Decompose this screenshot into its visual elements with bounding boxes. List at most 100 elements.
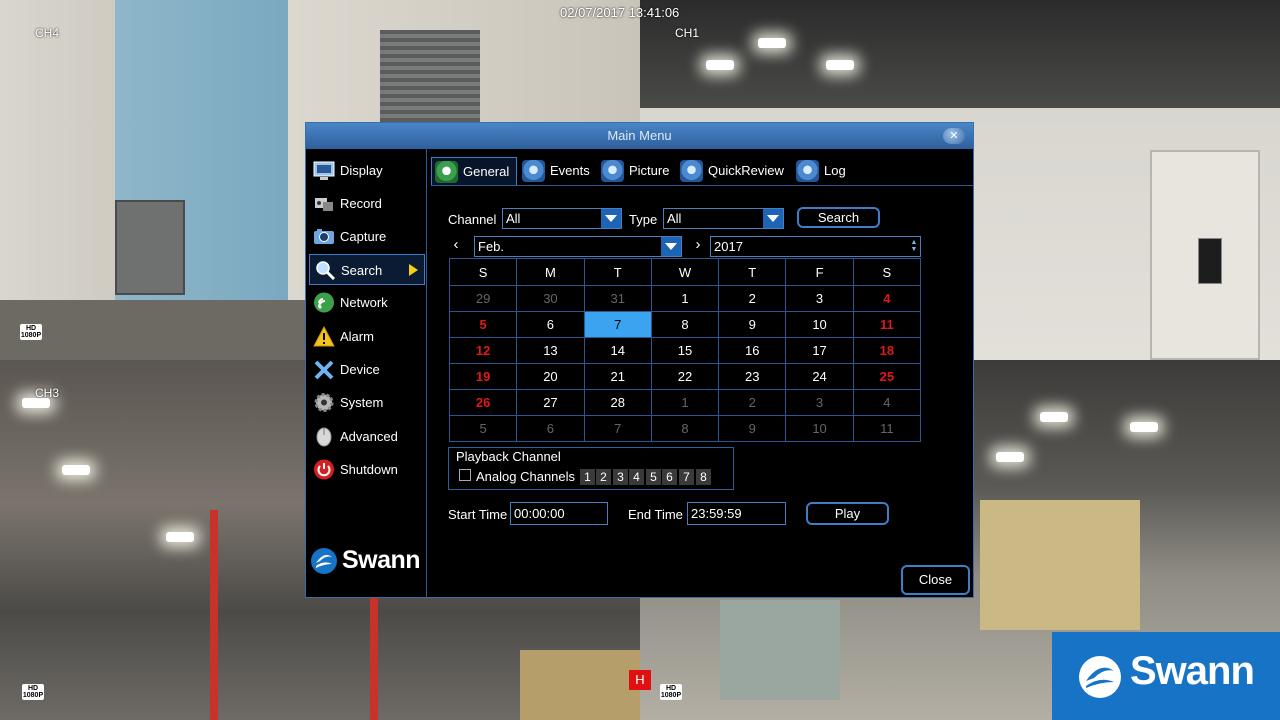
channel-toggle[interactable]: 4 xyxy=(629,469,644,485)
boxes xyxy=(520,650,640,720)
calendar-day[interactable]: 4 xyxy=(852,285,922,312)
channel-toggle[interactable]: 2 xyxy=(596,469,611,485)
calendar-day[interactable]: 18 xyxy=(852,337,922,364)
calendar-day[interactable]: 17 xyxy=(785,337,854,364)
sidebar-item-capture[interactable]: Capture xyxy=(309,221,425,252)
tab-quickreview[interactable]: QuickReview xyxy=(677,157,791,185)
channel-toggle[interactable]: 8 xyxy=(696,469,711,485)
calendar-day[interactable]: 21 xyxy=(583,363,652,390)
log-tab-icon xyxy=(796,160,819,182)
channel-toggle[interactable]: 7 xyxy=(679,469,694,485)
sidebar-item-alarm[interactable]: Alarm xyxy=(309,321,425,352)
sidebar-item-advanced[interactable]: Advanced xyxy=(309,421,425,452)
sidebar-item-device[interactable]: Device xyxy=(309,354,425,385)
calendar-day[interactable]: 2 xyxy=(718,285,787,312)
chevron-down-icon[interactable] xyxy=(763,209,783,228)
tab-general[interactable]: General xyxy=(431,157,517,185)
start-time-field[interactable]: 00:00:00 xyxy=(510,502,608,525)
calendar-day[interactable]: 13 xyxy=(516,337,585,364)
channel-toggle[interactable]: 6 xyxy=(662,469,677,485)
timestamp: 02/07/2017 13:41:06 xyxy=(560,5,680,20)
day-of-week: T xyxy=(583,258,652,286)
calendar-day[interactable]: 22 xyxy=(650,363,720,390)
calendar-day[interactable]: 3 xyxy=(785,285,854,312)
tab-label: Events xyxy=(550,163,590,178)
calendar-day[interactable]: 24 xyxy=(785,363,854,390)
sidebar-item-network[interactable]: Network xyxy=(309,287,425,318)
sidebar-item-system[interactable]: System xyxy=(309,387,425,418)
calendar-day[interactable]: 19 xyxy=(448,363,518,390)
day-of-week: W xyxy=(650,258,720,286)
calendar-day[interactable]: 28 xyxy=(583,389,652,416)
hd-badge-subtext: 1080P xyxy=(660,692,682,699)
channel-toggle[interactable]: 5 xyxy=(646,469,661,485)
end-time-field[interactable]: 23:59:59 xyxy=(687,502,786,525)
calendar-day[interactable]: 20 xyxy=(516,363,585,390)
tab-label: Picture xyxy=(629,163,670,178)
close-button[interactable]: Close xyxy=(901,565,970,595)
next-month-icon[interactable]: › xyxy=(691,236,705,254)
sidebar-item-search[interactable]: Search xyxy=(309,254,425,285)
calendar-week-row: 12 13 14 15 16 17 18 xyxy=(448,337,922,364)
calendar-day[interactable]: 25 xyxy=(852,363,922,390)
chevron-down-icon[interactable] xyxy=(601,209,621,228)
calendar-day[interactable]: 10 xyxy=(785,311,854,338)
calendar-day[interactable]: 5 xyxy=(448,311,518,338)
window-title: Main Menu xyxy=(607,128,672,143)
calendar-day[interactable]: 16 xyxy=(718,337,787,364)
calendar-day: 11 xyxy=(852,415,922,442)
calendar-day: 31 xyxy=(583,285,652,312)
calendar-day[interactable]: 27 xyxy=(516,389,585,416)
events-tab-icon xyxy=(522,160,545,182)
search-button[interactable]: Search xyxy=(797,207,880,228)
calendar-day[interactable]: 14 xyxy=(583,337,652,364)
restroom-sign xyxy=(1198,238,1222,284)
swann-logo-icon xyxy=(311,548,337,574)
swann-logo-icon xyxy=(1079,656,1121,698)
channel-select-value: All xyxy=(506,211,521,226)
ceiling-light xyxy=(62,465,90,475)
day-of-week: M xyxy=(516,258,585,286)
channel-select[interactable]: All xyxy=(502,208,622,229)
picture-tab-icon xyxy=(601,160,624,182)
calendar-day-selected[interactable]: 7 xyxy=(583,311,652,338)
calendar-day: 1 xyxy=(650,389,720,416)
analog-channels-label: Analog Channels xyxy=(476,469,576,484)
channel-toggle[interactable]: 1 xyxy=(580,469,595,485)
calendar-day: 2 xyxy=(718,389,787,416)
tab-events[interactable]: Events xyxy=(519,157,595,185)
day-of-week: T xyxy=(718,258,787,286)
calendar-day: 4 xyxy=(852,389,922,416)
hd-badge-text: HD xyxy=(665,685,677,692)
calendar-day[interactable]: 6 xyxy=(516,311,585,338)
prev-month-icon[interactable]: ‹ xyxy=(449,236,463,254)
sidebar-item-record[interactable]: Record xyxy=(309,188,425,219)
main-menu-window: Main Menu ✕ Display Record Capture Searc… xyxy=(305,122,974,598)
hd-badge-subtext: 1080P xyxy=(20,332,42,339)
calendar-day: 3 xyxy=(785,389,854,416)
camera-icon xyxy=(314,229,334,244)
tab-log[interactable]: Log xyxy=(793,157,853,185)
gear-icon xyxy=(314,393,334,412)
play-button[interactable]: Play xyxy=(806,502,889,525)
sidebar-item-display[interactable]: Display xyxy=(309,155,425,186)
sidebar-item-shutdown[interactable]: Shutdown xyxy=(309,454,425,485)
calendar-day[interactable]: 15 xyxy=(650,337,720,364)
chevron-down-icon[interactable] xyxy=(661,237,681,256)
calendar-day[interactable]: 9 xyxy=(718,311,787,338)
type-select[interactable]: All xyxy=(663,208,784,229)
close-icon[interactable]: ✕ xyxy=(943,128,965,144)
month-select[interactable]: Feb. xyxy=(474,236,682,257)
calendar-day[interactable]: 8 xyxy=(650,311,720,338)
calendar-day[interactable]: 11 xyxy=(852,311,922,338)
pallet-rack xyxy=(210,510,218,720)
year-spinner[interactable]: 2017 ▲ ▼ xyxy=(710,236,921,257)
channel-toggle[interactable]: 3 xyxy=(613,469,628,485)
calendar-day[interactable]: 1 xyxy=(650,285,720,312)
calendar-day[interactable]: 23 xyxy=(718,363,787,390)
analog-channels-checkbox[interactable] xyxy=(459,469,471,481)
calendar-day[interactable]: 12 xyxy=(448,337,518,364)
spinner-arrows-icon[interactable]: ▲ ▼ xyxy=(910,239,918,254)
tab-picture[interactable]: Picture xyxy=(598,157,676,185)
calendar-day[interactable]: 26 xyxy=(448,389,518,416)
